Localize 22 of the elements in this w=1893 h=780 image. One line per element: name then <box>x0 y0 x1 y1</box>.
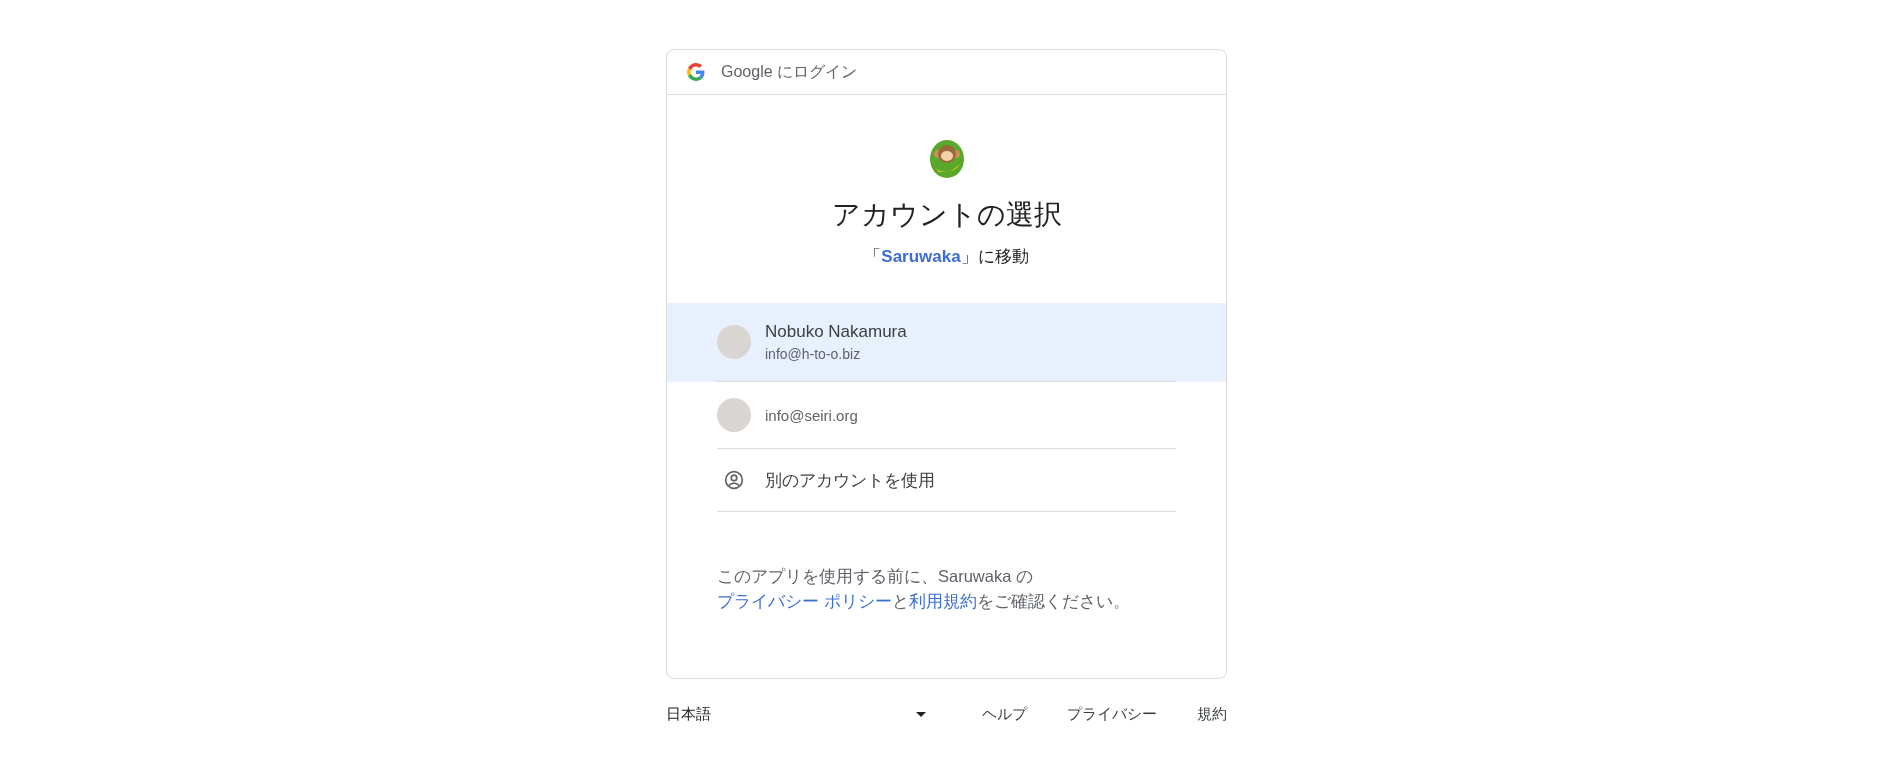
use-another-account-label: 別のアカウントを使用 <box>765 469 935 492</box>
subtitle: 「Saruwaka」に移動 <box>864 246 1029 268</box>
account-item[interactable]: info@seiri.org <box>667 382 1226 449</box>
avatar-photo-placeholder <box>717 398 751 432</box>
google-logo-icon <box>687 63 705 81</box>
person-circle-icon <box>724 470 744 490</box>
avatar-photo-placeholder <box>717 325 751 359</box>
footer-link[interactable]: 規約 <box>1197 705 1227 724</box>
account-email: info@h-to-o.biz <box>765 346 862 362</box>
caret-icon <box>916 712 926 717</box>
header-title: Google にログイン <box>721 61 858 82</box>
page-title: アカウントの選択 <box>831 198 1062 232</box>
privacy-notice: このアプリを使用する前に、Saruwaka の プライバシー ポリシー と 利用規約をご確認ください。 <box>717 566 1131 612</box>
notice-link[interactable]: 利用規約 <box>908 592 977 610</box>
notice-link[interactable]: プライバシー ポリシー <box>717 592 892 610</box>
footer-link[interactable]: ヘルプ <box>982 705 1027 724</box>
account-item[interactable]: 別のアカウントを使用 <box>667 449 1226 512</box>
account-name: Nobuko Nakamura <box>765 322 907 342</box>
account-item[interactable]: Nobuko Nakamura info@h-to-o.biz <box>667 303 1226 382</box>
language-select[interactable]: 日本語 <box>666 705 926 724</box>
footer-link[interactable]: プライバシー <box>1067 705 1157 724</box>
account-email: info@seiri.org <box>765 406 858 424</box>
